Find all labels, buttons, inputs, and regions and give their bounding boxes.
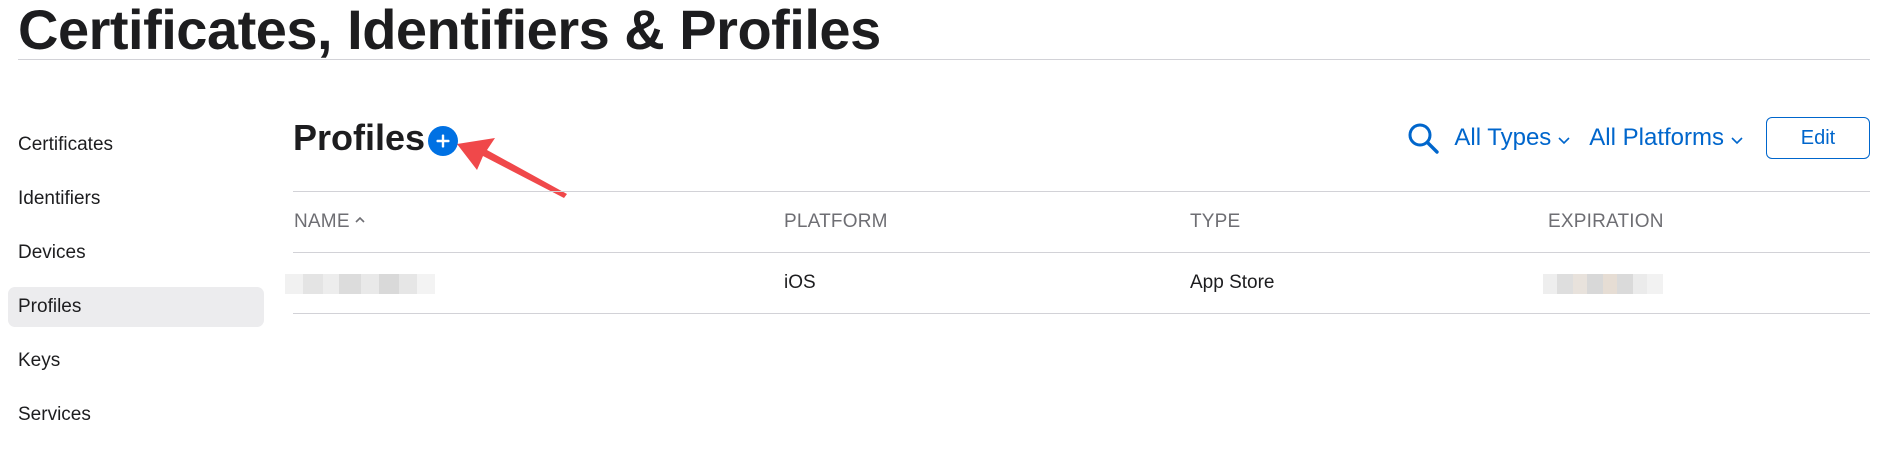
sidebar-item-label: Identifiers	[18, 188, 101, 209]
platform-filter-dropdown[interactable]: All Platforms	[1589, 124, 1744, 152]
type-cell: App Store	[1190, 272, 1275, 293]
toolbar: All Types All Platforms Edit	[1406, 116, 1870, 160]
redacted-expiration-cell	[1543, 274, 1663, 294]
column-header-platform[interactable]: PLATFORM	[784, 192, 888, 252]
sidebar-item-devices[interactable]: Devices	[8, 233, 264, 273]
sidebar-item-label: Devices	[18, 242, 86, 263]
sidebar-item-services[interactable]: Services	[8, 395, 264, 435]
sidebar-item-identifiers[interactable]: Identifiers	[8, 179, 264, 219]
column-header-label: NAME	[294, 211, 350, 232]
plus-circle-icon	[436, 134, 450, 148]
add-profile-button[interactable]	[428, 126, 458, 156]
type-filter-dropdown[interactable]: All Types	[1454, 124, 1571, 152]
table-row[interactable]: iOS App Store	[285, 253, 1870, 313]
page-title: Certificates, Identifiers & Profiles	[18, 0, 881, 61]
search-icon[interactable]	[1406, 121, 1440, 155]
sort-ascending-icon	[355, 216, 365, 223]
title-divider	[18, 59, 1870, 60]
sidebar-item-certificates[interactable]: Certificates	[8, 125, 264, 165]
sidebar: Certificates Identifiers Devices Profile…	[8, 125, 264, 449]
redacted-name-cell[interactable]	[285, 274, 435, 294]
edit-button[interactable]: Edit	[1766, 117, 1870, 159]
section-title: Profiles	[293, 117, 426, 158]
sidebar-item-label: Services	[18, 404, 91, 425]
platform-cell: iOS	[784, 272, 816, 293]
column-header-name[interactable]: NAME	[294, 192, 366, 252]
page: Certificates, Identifiers & Profiles Cer…	[0, 0, 1896, 467]
platform-filter-label: All Platforms	[1589, 124, 1724, 151]
table-header-row: NAME PLATFORM TYPE EXPIRATION	[293, 192, 1870, 252]
column-header-type[interactable]: TYPE	[1190, 192, 1240, 252]
sidebar-item-keys[interactable]: Keys	[8, 341, 264, 381]
profiles-table: NAME PLATFORM TYPE EXPIRATION iOS App St…	[285, 191, 1870, 314]
table-divider	[293, 313, 1870, 314]
annotation-arrow-icon	[457, 138, 567, 198]
chevron-down-icon	[1558, 137, 1570, 145]
sidebar-item-label: Keys	[18, 350, 61, 371]
column-header-expiration[interactable]: EXPIRATION	[1548, 192, 1664, 252]
sidebar-item-label: Profiles	[18, 296, 82, 317]
sidebar-item-profiles[interactable]: Profiles	[8, 287, 264, 327]
sidebar-item-label: Certificates	[18, 134, 114, 155]
chevron-down-icon	[1731, 137, 1743, 145]
type-filter-label: All Types	[1454, 124, 1552, 151]
